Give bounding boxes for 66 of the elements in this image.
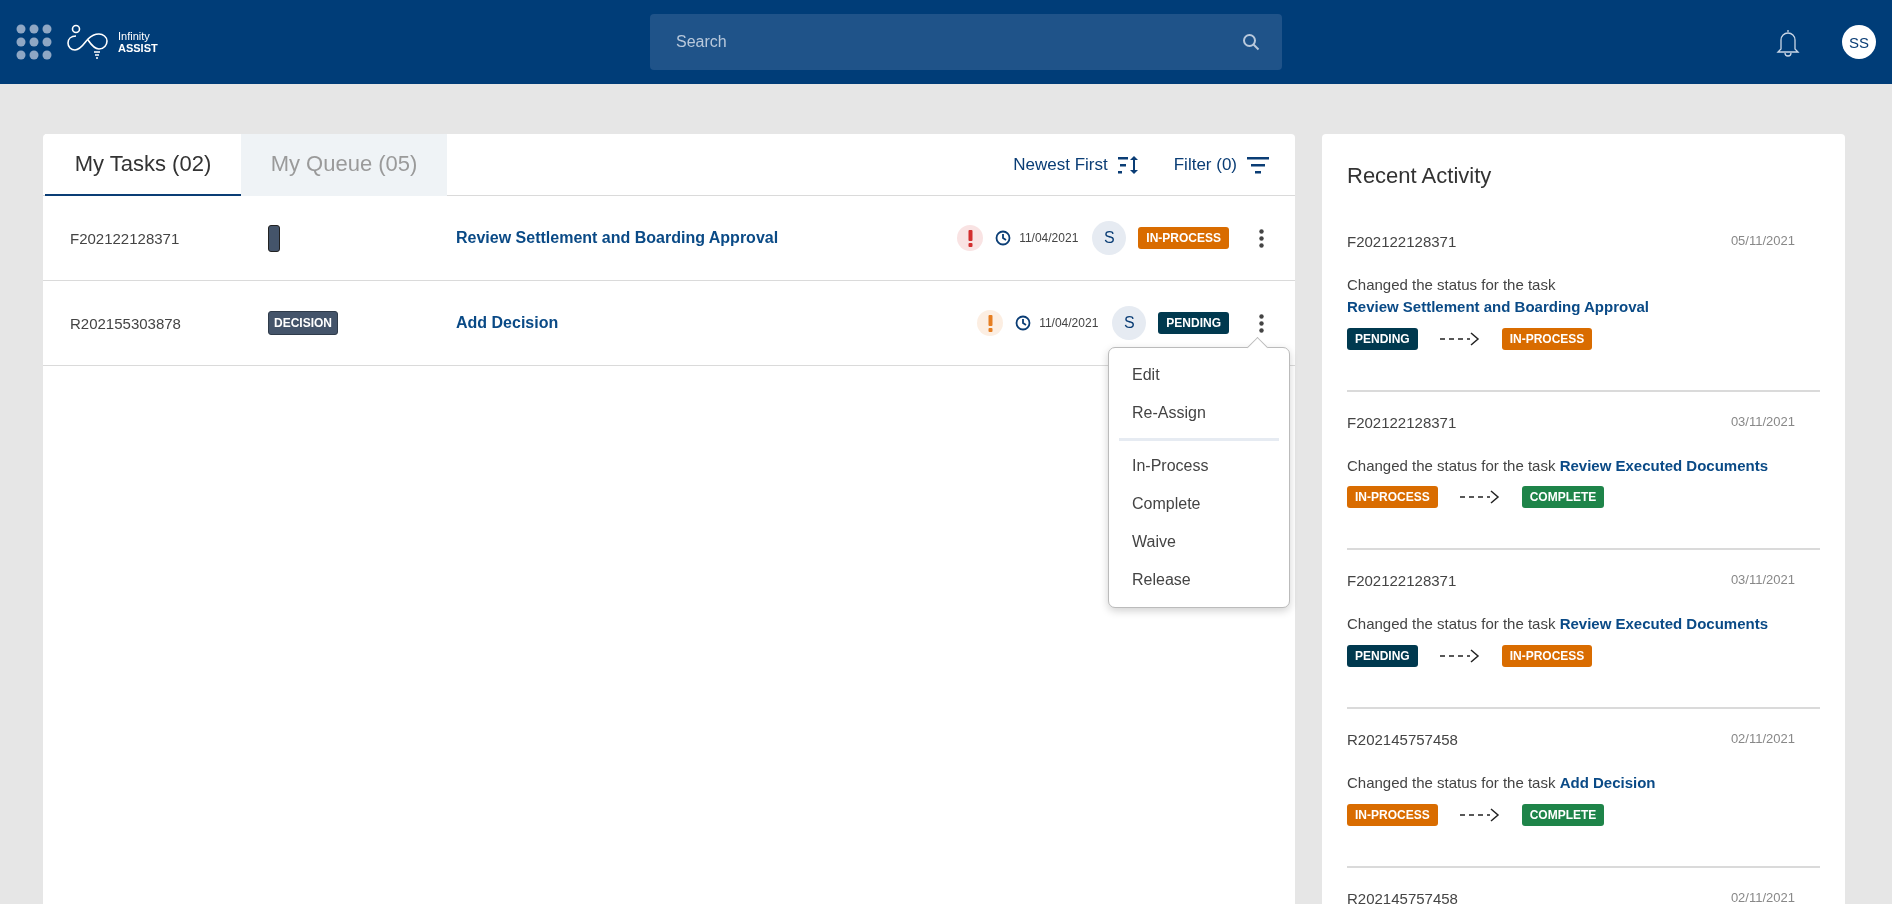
infinity-logo-icon	[66, 24, 110, 60]
tag-marker	[268, 224, 280, 252]
task-link[interactable]: Review Executed Documents	[1559, 456, 1769, 474]
status-badge: IN-PROCESS	[1347, 486, 1438, 509]
task-type-tag: DECISION	[268, 311, 338, 335]
activity-date: 03/11/2021	[1730, 413, 1795, 431]
filter-button[interactable]: Filter (0)	[1173, 154, 1269, 175]
task-link[interactable]: Add Decision	[1559, 774, 1656, 791]
status-badge: IN-PROCESS	[1501, 645, 1593, 667]
more-icon	[1258, 313, 1264, 333]
sort-button[interactable]: Newest First	[1013, 154, 1140, 175]
menu-item[interactable]: Waive	[1109, 523, 1289, 561]
status-badge: IN-PROCESS	[1138, 227, 1229, 249]
dashed-arrow-icon	[1459, 490, 1500, 505]
brand-name: Infinity	[118, 29, 151, 42]
search-icon[interactable]	[1242, 33, 1260, 51]
status-badge: COMPLETE	[1521, 486, 1605, 509]
menu-item[interactable]: Edit	[1109, 356, 1289, 394]
due-date: 11/04/2021	[1019, 231, 1079, 245]
assignee-avatar: S	[1092, 221, 1127, 255]
panel-title: Recent Activity	[1347, 163, 1493, 189]
status-badge: PENDING	[1158, 312, 1229, 334]
activity-description: Changed the status for the task Review Executed Documents	[1347, 455, 1770, 476]
activity-task-id: R202145757458	[1347, 889, 1458, 904]
clock-icon	[995, 230, 1012, 246]
task-title-link[interactable]: Add Decision	[456, 314, 978, 332]
activity-description: Changed the status for the task Review Executed Documents	[1347, 614, 1770, 635]
activity-date: 05/11/2021	[1730, 233, 1795, 250]
sort-icon	[1117, 154, 1140, 175]
activity-date: 02/11/2021	[1730, 731, 1795, 748]
status-badge: IN-PROCESS	[1347, 803, 1438, 826]
tab[interactable]: My Tasks (02)	[45, 134, 241, 196]
task-id: R202155303878	[70, 314, 182, 332]
activity-description: Changed the status for the task Add Decision	[1347, 773, 1657, 793]
activity-task-id: F202122128371	[1347, 233, 1457, 250]
activity-task-id: F202122128371	[1347, 572, 1457, 590]
notification-bell-icon[interactable]	[1774, 27, 1802, 57]
dashed-arrow-icon	[1439, 331, 1480, 346]
clock-icon	[1015, 315, 1032, 331]
dashed-arrow-icon	[1459, 807, 1500, 822]
activity-task-id: R202145757458	[1347, 731, 1458, 748]
status-badge: IN-PROCESS	[1501, 327, 1593, 350]
more-icon	[1258, 228, 1264, 248]
status-badge: PENDING	[1347, 645, 1418, 667]
dashed-arrow-icon	[1439, 649, 1480, 663]
task-id: F202122128371	[70, 229, 181, 247]
menu-item[interactable]: Complete	[1109, 485, 1289, 523]
user-avatar[interactable]: SS	[1842, 25, 1876, 59]
assignee-avatar: S	[1112, 306, 1147, 340]
activity-description: Changed the status for the task Review Settlement and Boarding Approval	[1347, 275, 1650, 317]
menu-item[interactable]: In-Process	[1109, 447, 1289, 485]
activity-date: 03/11/2021	[1730, 572, 1795, 590]
menu-item[interactable]: Re-Assign	[1109, 394, 1289, 432]
apps-grid-icon[interactable]	[16, 24, 52, 60]
task-title-link[interactable]: Review Settlement and Boarding Approval	[456, 229, 958, 247]
task-link[interactable]: Review Settlement and Boarding Approval	[1347, 297, 1649, 315]
activity-task-id: F202122128371	[1347, 413, 1457, 431]
status-badge: COMPLETE	[1521, 803, 1605, 826]
due-date: 11/04/2021	[1039, 316, 1099, 330]
activity-date: 02/11/2021	[1730, 889, 1795, 904]
filter-icon	[1247, 155, 1269, 174]
status-badge: PENDING	[1347, 327, 1418, 350]
product-name: ASSIST	[118, 42, 158, 55]
search-field[interactable]: Search	[650, 14, 1282, 70]
task-link[interactable]: Review Executed Documents	[1559, 615, 1769, 633]
menu-item[interactable]: Release	[1109, 561, 1289, 599]
